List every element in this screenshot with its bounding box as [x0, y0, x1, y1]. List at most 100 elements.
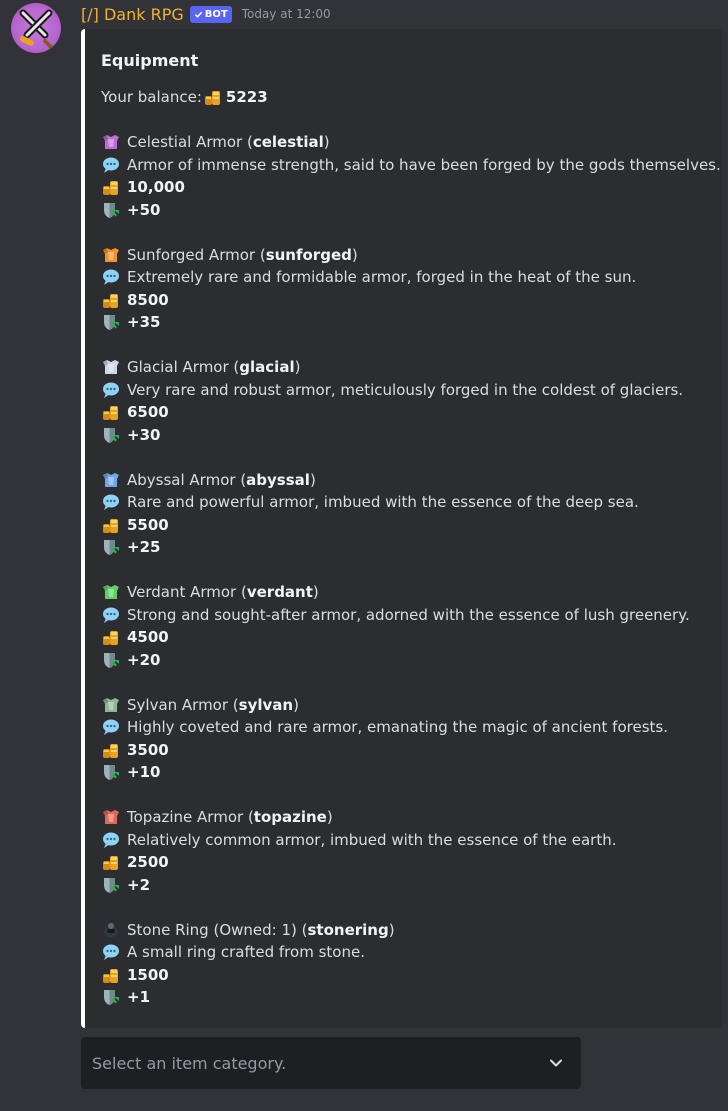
item-price-line: 8500 [101, 289, 714, 312]
item-price-line: 2500 [101, 851, 714, 874]
item-defense-line: +1 [101, 986, 714, 1009]
item-id: sunforged [265, 245, 352, 264]
item-id: stonering [307, 920, 389, 939]
bot-username[interactable]: [/] Dank RPG [81, 5, 184, 24]
shield-icon [104, 202, 119, 218]
topazine-armor-icon [103, 810, 119, 825]
item-name: Stone Ring (Owned: 1) [127, 920, 297, 939]
shield-icon [104, 652, 119, 668]
item-defense: +50 [127, 200, 161, 219]
shield-icon [104, 540, 119, 556]
bot-avatar[interactable] [11, 3, 61, 53]
item-price: 3500 [127, 740, 169, 759]
coins-icon [103, 406, 118, 421]
item-defense-line: +35 [101, 311, 714, 334]
item-name-line: Verdant Armor (verdant) [101, 581, 714, 604]
item-defense-line: +2 [101, 874, 714, 897]
shield-icon [104, 427, 119, 443]
item-name: Sunforged Armor [127, 245, 256, 264]
item-price: 8500 [127, 290, 169, 309]
shop-item: Sunforged Armor (sunforged) Extremely rar… [101, 221, 714, 334]
coins-icon [103, 518, 118, 533]
item-name: Glacial Armor [127, 358, 229, 376]
item-defense: +10 [127, 763, 161, 781]
item-description-line: Extremely rare and formidable armor, for… [101, 266, 714, 289]
item-name-line: Sylvan Armor (sylvan) [101, 694, 714, 717]
coins-icon [204, 91, 220, 106]
item-description-line: Armor of immense strength, said to have … [101, 154, 721, 177]
item-list: Celestial Armor (celestial) Armor of imme… [101, 109, 721, 1009]
shop-item: Verdant Armor (verdant) Strong and sought… [101, 559, 714, 672]
item-name-line: Abyssal Armor (abyssal) [101, 469, 714, 492]
item-name-line: Sunforged Armor (sunforged) [101, 244, 714, 267]
item-defense: +20 [127, 650, 161, 669]
speech-bubble-icon [103, 607, 119, 623]
item-name: Topazine Armor [127, 808, 244, 826]
shop-item: Glacial Armor (glacial) Very rare and rob… [101, 334, 714, 447]
item-id: glacial [239, 358, 295, 376]
shield-icon [104, 765, 119, 781]
item-price: 6500 [127, 403, 169, 421]
item-category-select[interactable]: Select an item category. [81, 1037, 581, 1089]
item-description-line: Relatively common armor, imbued with the… [101, 829, 714, 852]
shop-item: Sylvan Armor (sylvan) Highly coveted and … [101, 671, 714, 784]
item-price: 10,000 [127, 178, 185, 196]
item-name-line: Stone Ring (Owned: 1) (stonering) [101, 919, 714, 942]
speech-bubble-icon [103, 944, 119, 961]
shield-icon [104, 990, 119, 1006]
speech-bubble-icon [103, 157, 119, 173]
coins-icon [103, 181, 118, 196]
item-price: 1500 [127, 965, 169, 984]
speech-bubble-icon [103, 269, 119, 286]
shield-icon [104, 877, 119, 893]
coins-icon [103, 293, 118, 308]
item-description: Very rare and robust armor, meticulously… [127, 380, 684, 399]
coins-icon [103, 856, 118, 871]
item-name-line: Topazine Armor (topazine) [101, 806, 714, 829]
item-description: Highly coveted and rare armor, emanating… [127, 718, 668, 736]
item-price-line: 1500 [101, 964, 714, 987]
stone-ring-icon [104, 922, 118, 937]
embed-title: Equipment [101, 51, 199, 70]
item-defense-line: +30 [101, 424, 714, 447]
item-id: verdant [246, 583, 313, 601]
message-header: [/] Dank RPG BOT Today at 12:00 [81, 2, 331, 26]
item-description-line: A small ring crafted from stone. [101, 941, 714, 964]
item-defense-line: +50 [101, 199, 714, 222]
item-defense: +30 [127, 425, 161, 444]
item-description: Relatively common armor, imbued with the… [127, 830, 617, 849]
item-description-line: Highly coveted and rare armor, emanating… [101, 716, 714, 739]
item-description: A small ring crafted from stone. [127, 943, 365, 961]
item-description: Rare and powerful armor, imbued with the… [127, 493, 639, 511]
item-price-line: 5500 [101, 514, 714, 537]
message-timestamp: Today at 12:00 [241, 7, 331, 21]
item-description: Armor of immense strength, said to have … [127, 155, 721, 174]
item-description-line: Very rare and robust armor, meticulously… [101, 379, 714, 402]
item-description: Strong and sought-after armor, adorned w… [127, 605, 690, 624]
item-price: 5500 [127, 515, 169, 534]
sylvan-armor-icon [103, 697, 119, 712]
item-defense-line: +20 [101, 649, 714, 672]
item-description-line: Strong and sought-after armor, adorned w… [101, 604, 714, 627]
verdant-armor-icon [103, 585, 119, 600]
item-name: Verdant Armor [127, 583, 237, 601]
shop-item: Stone Ring (Owned: 1) (stonering) A small… [101, 896, 714, 1009]
item-id: sylvan [238, 695, 294, 714]
item-defense: +1 [127, 988, 151, 1006]
glacial-armor-icon [103, 360, 119, 375]
item-price-line: 10,000 [101, 176, 714, 199]
balance-line: Your balance: 5223 [101, 86, 714, 109]
speech-bubble-icon [103, 719, 119, 736]
speech-bubble-icon [103, 494, 119, 511]
item-name: Celestial Armor [127, 133, 243, 151]
speech-bubble-icon [103, 832, 119, 848]
item-defense-line: +25 [101, 536, 714, 559]
bot-message: [/] Dank RPG BOT Today at 12:00 Equipmen… [0, 0, 728, 1111]
item-price: 2500 [127, 853, 169, 871]
shop-item: Topazine Armor (topazine) Relatively comm… [101, 784, 714, 897]
item-name: Abyssal Armor [127, 470, 236, 489]
coins-icon [103, 631, 118, 646]
item-defense-line: +10 [101, 761, 714, 784]
item-description: Extremely rare and formidable armor, for… [127, 268, 637, 286]
shop-item: Celestial Armor (celestial) Armor of imme… [101, 109, 721, 222]
